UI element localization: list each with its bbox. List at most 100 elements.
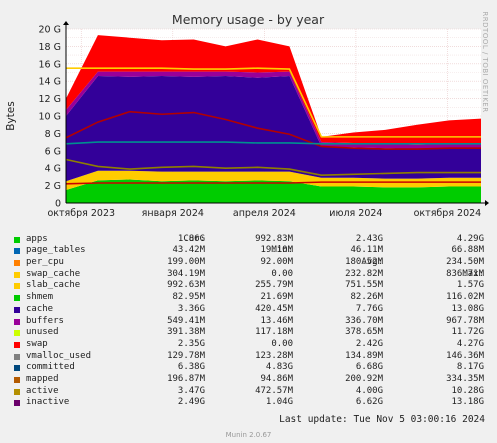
legend-avg: 336.70M: [345, 315, 383, 326]
legend-name: active: [26, 385, 59, 396]
legend-cur: 129.78M: [167, 350, 205, 361]
y-tick-label: 10 G: [39, 112, 61, 123]
legend-avg: 378.65M: [345, 327, 383, 338]
legend-name: cache: [26, 303, 54, 314]
legend-max: 8.17G: [456, 362, 484, 373]
legend-name: unused: [26, 327, 59, 338]
legend-min: 21.69M: [260, 292, 293, 303]
legend-cur: 43.42M: [172, 245, 205, 256]
last-update: Last update: Tue Nov 5 03:00:16 2024: [279, 414, 485, 425]
legend-row-slab_cache: slab_cache 992.63M 255.79M 751.55M 1.57G: [8, 280, 488, 292]
legend-max: 334.35M: [446, 373, 484, 384]
legend-cur: 6.38G: [177, 362, 205, 373]
legend-swatch: [14, 376, 20, 383]
legend-max: 4.27G: [456, 338, 484, 349]
legend-name: swap: [26, 338, 48, 349]
legend-swatch: [14, 236, 20, 243]
legend-min: 255.79M: [255, 280, 293, 291]
legend-swatch: [14, 306, 20, 313]
legend-avg: 180.52M: [345, 257, 383, 268]
x-tick-label: октября 2023: [47, 208, 115, 219]
x-tick-label: июля 2024: [329, 208, 382, 219]
chart-title: Memory usage - by year: [172, 12, 325, 27]
rrdtool-side-label: RRDTOOL / TOBI OETIKER: [481, 11, 489, 112]
x-tick-label: октября 2024: [414, 208, 482, 219]
legend-cur: 3.36G: [177, 303, 205, 314]
legend-cur: 3.47G: [177, 385, 205, 396]
legend-max: 66.88M: [451, 245, 484, 256]
legend-rows: apps 1.86G 992.83M 2.43G 4.29G page_tables 43.…: [8, 234, 488, 409]
legend-avg: 82.26M: [350, 292, 383, 303]
y-tick-label: 2 G: [45, 181, 61, 192]
legend-cur: 199.00M: [167, 257, 205, 268]
legend-swatch: [14, 330, 20, 337]
legend-max: 234.50M: [446, 257, 484, 268]
y-tick-label: 4 G: [45, 164, 61, 175]
legend-swatch: [14, 295, 20, 302]
legend-swatch: [14, 341, 20, 348]
legend-cur: 549.41M: [167, 315, 205, 326]
legend-cur: 196.87M: [167, 373, 205, 384]
legend-row-swap: swap 2.35G 0.00 2.42G 4.27G: [8, 339, 488, 351]
legend-row-swap_cache: swap_cache 304.19M 0.00 232.82M 836.71M: [8, 269, 488, 281]
legend-min: 19.10M: [260, 245, 293, 256]
legend-row-mapped: mapped 196.87M 94.86M 200.92M 334.35M: [8, 374, 488, 386]
legend-max: 13.08G: [451, 303, 484, 314]
legend-min: 1.04G: [265, 397, 293, 408]
legend-name: vmalloc_used: [26, 350, 92, 361]
legend-name: committed: [26, 362, 75, 373]
legend-min: 92.00M: [260, 257, 293, 268]
legend-avg: 6.62G: [355, 397, 383, 408]
legend-cur: 304.19M: [167, 268, 205, 279]
legend-name: mapped: [26, 373, 59, 384]
x-tick-label: апреля 2024: [233, 208, 296, 219]
legend-max: 967.78M: [446, 315, 484, 326]
legend-avg: 6.68G: [355, 362, 383, 373]
legend-swatch: [14, 388, 20, 395]
y-tick-label: 20 G: [39, 25, 61, 36]
legend-min: 4.83G: [265, 362, 293, 373]
legend-avg: 2.43G: [355, 233, 383, 244]
legend-min: 123.28M: [255, 350, 293, 361]
y-tick-label: 14 G: [39, 77, 61, 88]
legend-name: inactive: [26, 397, 70, 408]
legend-max: 4.29G: [456, 233, 484, 244]
munin-footer: Munin 2.0.67: [225, 431, 272, 439]
legend-row-shmem: shmem 82.95M 21.69M 82.26M 116.02M: [8, 292, 488, 304]
legend-cur: 82.95M: [172, 292, 205, 303]
legend-swatch: [14, 318, 20, 325]
legend-max: 146.36M: [446, 350, 484, 361]
legend-min: 420.45M: [255, 303, 293, 314]
legend-row-apps: apps 1.86G 992.83M 2.43G 4.29G: [8, 234, 488, 246]
legend-max: 10.28G: [451, 385, 484, 396]
legend-name: buffers: [26, 315, 64, 326]
legend-avg: 751.55M: [345, 280, 383, 291]
y-tick-label: 6 G: [45, 146, 61, 157]
legend-row-active: active 3.47G 472.57M 4.00G 10.28G: [8, 386, 488, 398]
legend-table: Cur: Min: Avg: Max: apps 1.86G 992.83M 2.43…: [8, 222, 488, 409]
legend-row-buffers: buffers 549.41M 13.46M 336.70M 967.78M: [8, 316, 488, 328]
legend-cur: 992.63M: [167, 280, 205, 291]
legend-row-vmalloc_used: vmalloc_used 129.78M 123.28M 134.89M 146.36M: [8, 351, 488, 363]
y-tick-label: 18 G: [39, 42, 61, 53]
legend-swatch: [14, 353, 20, 360]
legend-avg: 46.11M: [350, 245, 383, 256]
legend-avg: 2.42G: [355, 338, 383, 349]
y-tick-label: 16 G: [39, 59, 61, 70]
legend-min: 13.46M: [260, 315, 293, 326]
legend-header: Cur: Min: Avg: Max:: [8, 222, 488, 279]
legend-row-per_cpu: per_cpu 199.00M 92.00M 180.52M 234.50M: [8, 257, 488, 269]
y-tick-labels: 02 G4 G6 G8 G10 G12 G14 G16 G18 G20 G: [39, 25, 61, 210]
legend-swatch: [14, 260, 20, 267]
legend-min: 0.00: [271, 338, 293, 349]
legend-min: 472.57M: [255, 385, 293, 396]
legend-name: shmem: [26, 292, 54, 303]
legend-name: apps: [26, 233, 48, 244]
legend-avg: 134.89M: [345, 350, 383, 361]
x-tick-labels: октября 2023 января 2024 апреля 2024 июля 2…: [47, 208, 481, 219]
legend-cur: 2.49G: [177, 397, 205, 408]
legend-max: 116.02M: [446, 292, 484, 303]
legend-min: 0.00: [271, 268, 293, 279]
x-axis-arrow: [485, 200, 489, 206]
legend-row-cache: cache 3.36G 420.45M 7.76G 13.08G: [8, 304, 488, 316]
